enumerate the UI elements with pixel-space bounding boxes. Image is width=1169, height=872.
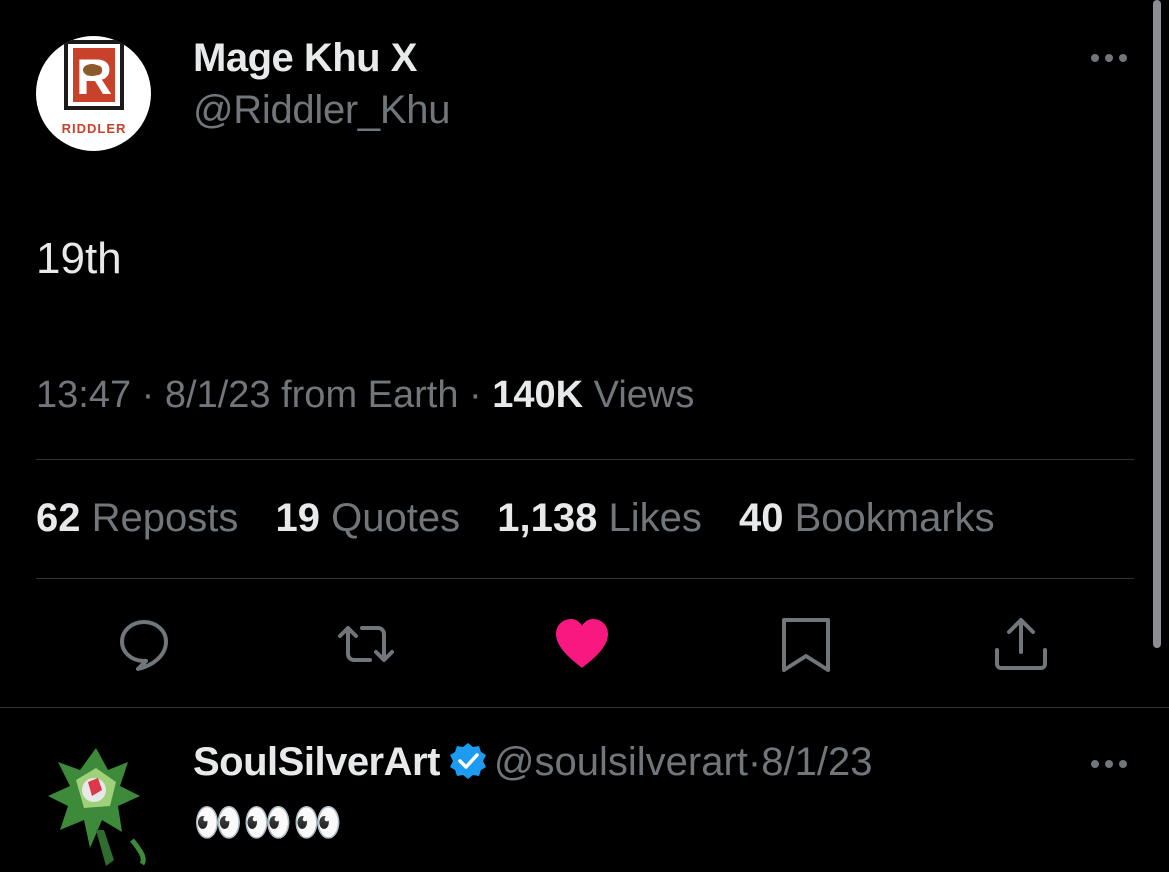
author-name[interactable]: Mage Khu X <box>193 36 417 81</box>
reply-author-name[interactable]: SoulSilverArt <box>193 740 440 784</box>
views-count[interactable]: 140K <box>492 374 583 416</box>
tweet-location: from Earth <box>281 374 459 416</box>
tweet-text: 19th <box>36 234 122 283</box>
meta-separator: · <box>469 374 482 416</box>
views-label[interactable]: Views <box>594 374 695 416</box>
reply-header: SoulSilverArt @soulsilverart·8/1/23 <box>193 740 872 785</box>
more-options-icon[interactable] <box>1087 48 1131 68</box>
scrollbar[interactable] <box>1153 0 1161 648</box>
svg-text:R: R <box>76 49 112 105</box>
author-handle[interactable]: @Riddler_Khu <box>193 88 450 133</box>
reply-text: 👀👀👀 <box>193 801 343 845</box>
reply-separator: · <box>747 740 762 784</box>
divider <box>36 459 1134 460</box>
like-icon[interactable] <box>552 614 612 674</box>
svg-text:RIDDLER: RIDDLER <box>62 121 127 136</box>
author-avatar[interactable]: R RIDDLER <box>36 36 151 151</box>
quotes-stat[interactable]: 19 Quotes <box>276 496 461 540</box>
reply-author-handle[interactable]: @soulsilverart <box>494 740 748 784</box>
thread-divider <box>0 707 1169 708</box>
bookmarks-stat[interactable]: 40 Bookmarks <box>739 496 995 540</box>
riddler-logo: R RIDDLER <box>62 40 127 136</box>
tweet-date[interactable]: 8/1/23 <box>165 374 271 416</box>
tweet-time[interactable]: 13:47 <box>36 374 131 416</box>
meta-separator: · <box>141 374 155 416</box>
bookmark-icon[interactable] <box>776 614 836 674</box>
reply-date[interactable]: 8/1/23 <box>761 740 872 784</box>
tweet-detail-page: R RIDDLER Mage Khu X @Riddler_Khu 19th 1… <box>0 0 1169 872</box>
verified-badge-icon <box>448 741 488 781</box>
engagement-stats: 62 Reposts 19 Quotes 1,138 Likes 40 Book… <box>36 496 1021 541</box>
tweet-metadata: 13:47 · 8/1/23 from Earth · 140K Views <box>36 374 694 417</box>
divider <box>36 578 1134 579</box>
reply-more-options-icon[interactable] <box>1087 754 1131 774</box>
repost-icon[interactable] <box>336 614 396 674</box>
likes-stat[interactable]: 1,138 Likes <box>497 496 702 540</box>
reply-icon[interactable] <box>114 614 174 674</box>
reposts-stat[interactable]: 62 Reposts <box>36 496 238 540</box>
reply-avatar[interactable] <box>36 740 156 870</box>
share-icon[interactable] <box>991 614 1051 674</box>
